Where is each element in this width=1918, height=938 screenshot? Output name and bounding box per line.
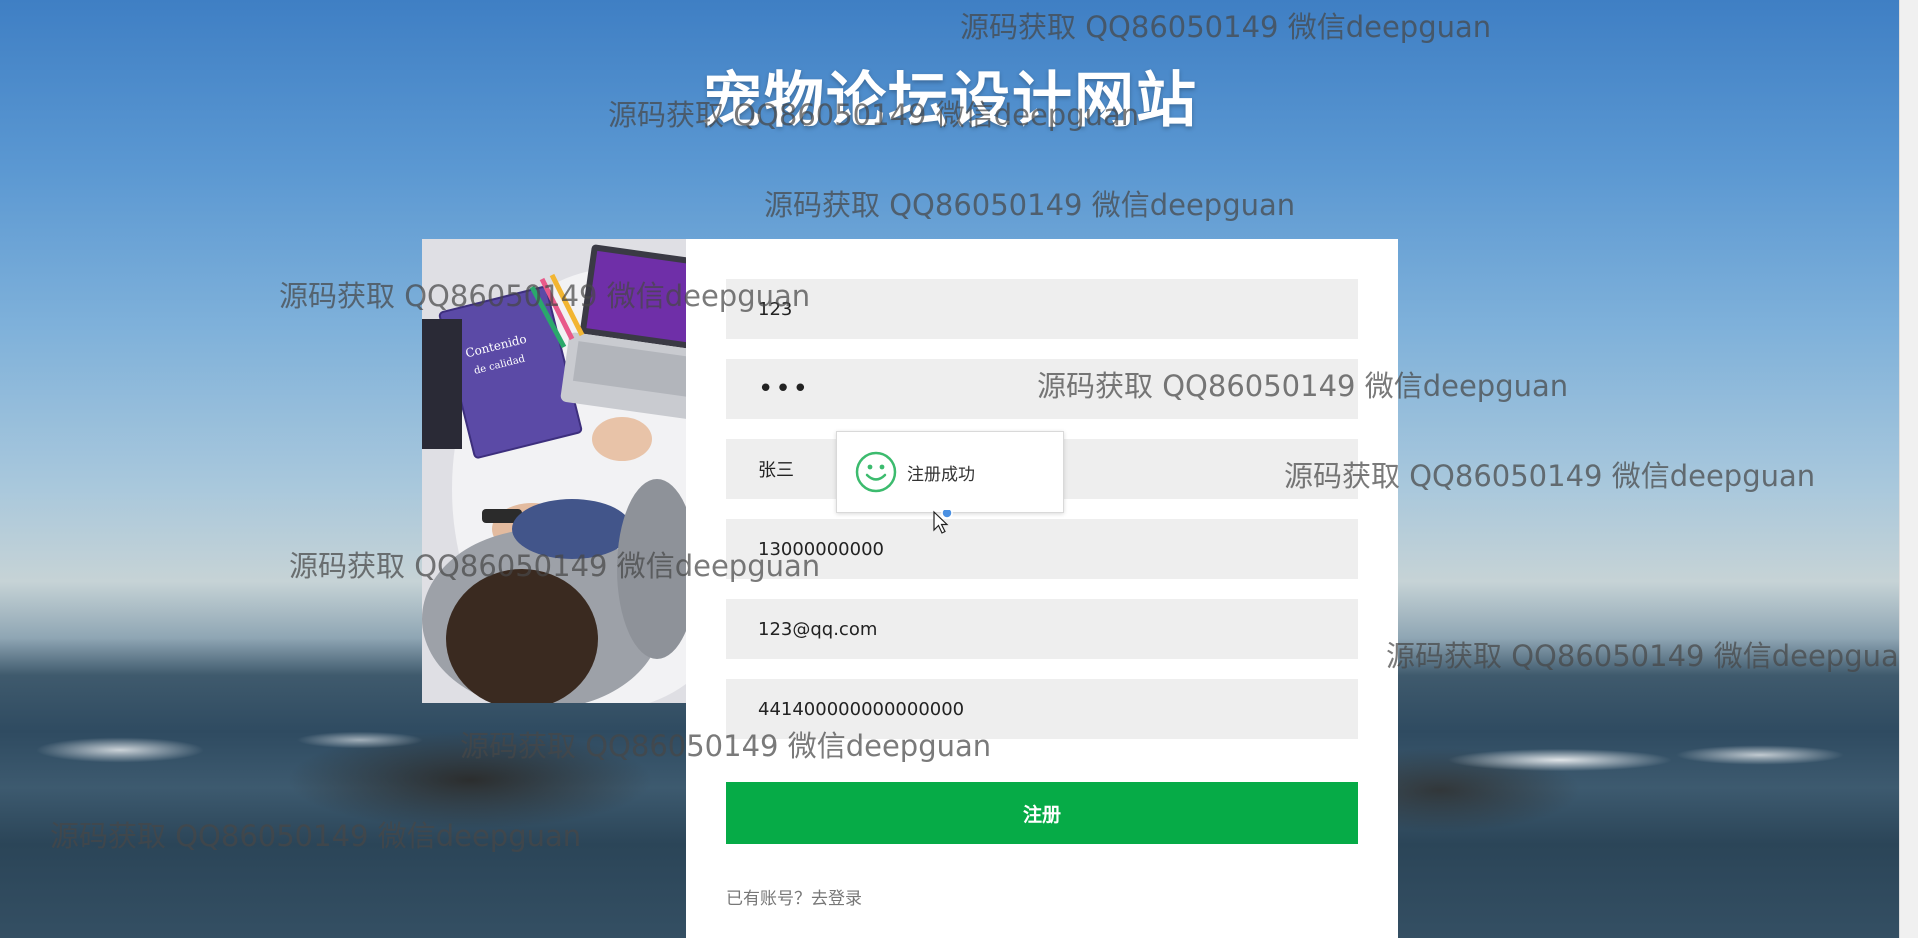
toast-message: 注册成功 bbox=[907, 464, 975, 485]
mouse-cursor-icon bbox=[933, 510, 953, 534]
page-background: 宠物论坛设计网站 Contenido de calidad 123 ••• 张三… bbox=[0, 0, 1918, 938]
register-button[interactable]: 注册 bbox=[726, 782, 1358, 844]
account-input[interactable]: 123 bbox=[726, 279, 1358, 339]
hero-photo: Contenido de calidad bbox=[422, 239, 686, 703]
success-toast: 注册成功 bbox=[836, 431, 1064, 513]
register-form: 123 ••• 张三 13000000000 123@qq.com 441400… bbox=[686, 239, 1398, 938]
email-input[interactable]: 123@qq.com bbox=[726, 599, 1358, 659]
watermark-text: 源码获取 QQ86050149 微信deepguan bbox=[960, 10, 1492, 44]
id-number-input[interactable]: 441400000000000000 bbox=[726, 679, 1358, 739]
smile-icon bbox=[855, 451, 897, 493]
desk-photo-illustration: Contenido de calidad bbox=[422, 239, 686, 703]
phone-input[interactable]: 13000000000 bbox=[726, 519, 1358, 579]
vertical-scrollbar[interactable] bbox=[1899, 0, 1918, 938]
login-link[interactable]: 已有账号？去登录 bbox=[726, 884, 862, 909]
password-input[interactable]: ••• bbox=[726, 359, 1358, 419]
watermark-text: 源码获取 QQ86050149 微信deepguan bbox=[1386, 639, 1918, 673]
site-title: 宠物论坛设计网站 bbox=[702, 66, 1198, 136]
watermark-text: 源码获取 QQ86050149 微信deepguan bbox=[764, 188, 1296, 222]
